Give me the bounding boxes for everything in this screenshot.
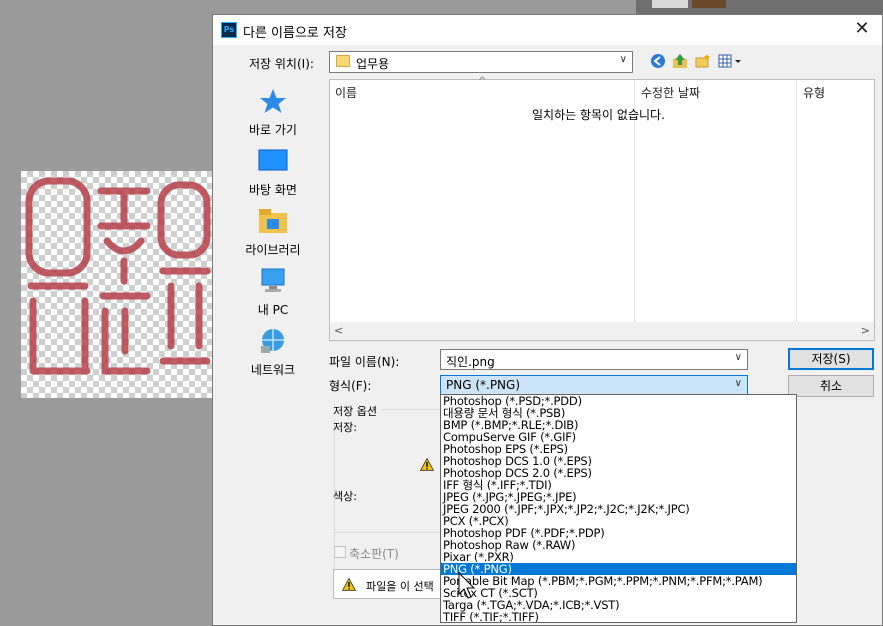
sort-arrow-icon: ^ xyxy=(478,76,487,87)
star-icon xyxy=(258,87,288,115)
format-label: 형식(F): xyxy=(329,379,372,393)
desktop-icon xyxy=(258,147,288,175)
location-value: 업무용 xyxy=(356,57,390,71)
column-header-name[interactable]: 이름 xyxy=(335,84,357,101)
save-info-box: 파일을 이 선택 xyxy=(333,569,453,599)
format-dropdown-list[interactable]: Photoshop (*.PSD;*.PDD) 대용량 문서 형식 (*.PSB)… xyxy=(440,394,797,623)
folder-icon xyxy=(336,55,350,67)
place-label: 바로 가기 xyxy=(249,123,297,137)
column-divider xyxy=(796,80,797,322)
new-folder-icon[interactable] xyxy=(694,53,712,71)
background-thumbnail xyxy=(692,0,726,8)
save-options-divider xyxy=(381,409,441,410)
title-bar: Ps 다른 이름으로 저장 ✕ xyxy=(213,15,882,45)
column-header-date[interactable]: 수정한 날짜 xyxy=(641,84,700,101)
save-label: 저장: xyxy=(333,421,357,434)
format-option[interactable]: TIFF (*.TIF;*.TIFF) xyxy=(441,611,796,622)
background-thumbnail xyxy=(652,0,688,8)
place-this-pc[interactable]: 내 PC xyxy=(223,267,323,318)
place-libraries[interactable]: 라이브러리 xyxy=(223,207,323,258)
places-bar: 바로 가기 바탕 화면 라이브러리 내 PC 네트워크 xyxy=(223,81,323,381)
photoshop-icon: Ps xyxy=(221,22,237,38)
scroll-right-icon[interactable]: > xyxy=(861,324,870,337)
filename-label: 파일 이름(N): xyxy=(329,355,400,369)
mouse-cursor-icon xyxy=(458,572,476,599)
place-quick-access[interactable]: 바로 가기 xyxy=(223,87,323,138)
place-label: 라이브러리 xyxy=(245,243,301,257)
thumbnail-label: 축소판(T) xyxy=(349,547,399,561)
place-label: 바탕 화면 xyxy=(249,183,297,197)
network-icon xyxy=(258,327,288,355)
chevron-down-icon[interactable]: ∨ xyxy=(735,378,742,389)
format-dropdown[interactable]: PNG (*.PNG) ∨ xyxy=(440,375,748,395)
place-network[interactable]: 네트워크 xyxy=(223,327,323,378)
stamp-seal-graphic xyxy=(25,177,211,375)
save-options-title: 저장 옵션 xyxy=(333,403,380,419)
info-text: 파일을 이 선택 xyxy=(366,580,434,593)
place-label: 네트워크 xyxy=(250,363,296,377)
view-menu-icon[interactable] xyxy=(717,53,745,71)
background-toolbar-strip xyxy=(636,0,883,14)
location-dropdown[interactable]: 업무용 ∨ xyxy=(329,51,633,73)
color-label: 색상: xyxy=(333,490,357,503)
filename-input[interactable]: 직인.png ∨ xyxy=(440,349,748,370)
thumbnail-checkbox[interactable] xyxy=(334,546,346,558)
scroll-left-icon[interactable]: < xyxy=(334,324,343,337)
horizontal-scrollbar[interactable]: < > xyxy=(330,322,874,340)
place-desktop[interactable]: 바탕 화면 xyxy=(223,147,323,198)
file-list[interactable]: ^ 이름 수정한 날짜 유형 일치하는 항목이 없습니다. < > xyxy=(329,76,875,341)
warning-icon xyxy=(342,578,356,591)
cancel-button[interactable]: 취소 xyxy=(788,375,874,397)
back-icon[interactable] xyxy=(649,53,667,71)
place-label: 내 PC xyxy=(257,303,289,317)
column-header-type[interactable]: 유형 xyxy=(803,84,825,101)
computer-icon xyxy=(258,267,288,295)
save-button[interactable]: 저장(S) xyxy=(788,348,874,370)
empty-message: 일치하는 항목이 없습니다. xyxy=(532,108,665,122)
close-icon[interactable]: ✕ xyxy=(852,19,872,39)
up-folder-icon[interactable] xyxy=(671,53,689,71)
save-options-separator xyxy=(333,532,443,533)
location-label: 저장 위치(I): xyxy=(249,57,314,71)
stamp-image-canvas xyxy=(21,171,213,398)
library-icon xyxy=(258,207,288,235)
filename-value: 직인.png xyxy=(446,355,495,369)
chevron-down-icon[interactable]: ∨ xyxy=(620,54,627,65)
warning-icon xyxy=(420,458,434,471)
dialog-title: 다른 이름으로 저장 xyxy=(243,26,347,41)
chevron-down-icon[interactable]: ∨ xyxy=(735,352,742,363)
format-selected-value: PNG (*.PNG) xyxy=(446,378,521,392)
